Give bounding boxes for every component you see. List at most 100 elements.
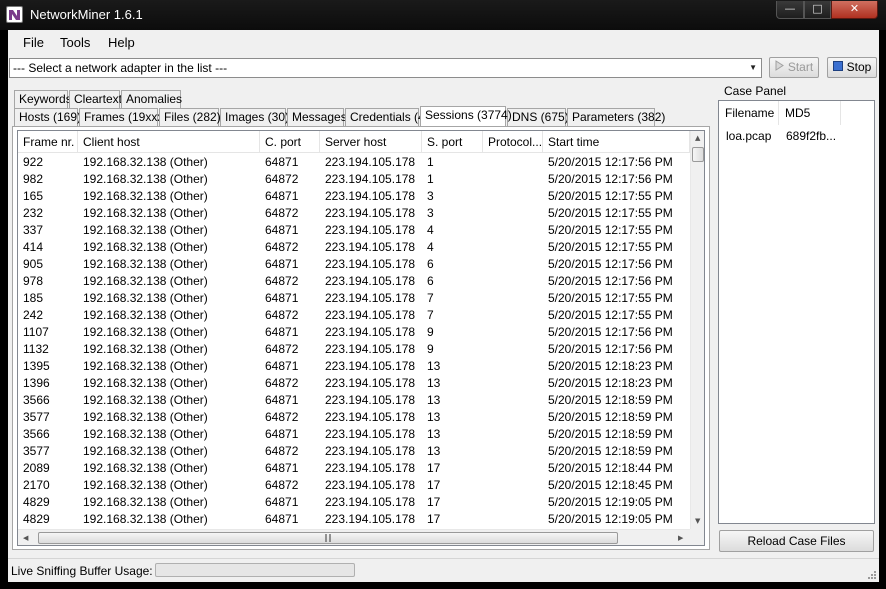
case-column-filename[interactable]: Filename (719, 101, 779, 125)
column-server-port[interactable]: S. port (422, 131, 483, 153)
table-row[interactable]: 922 192.168.32.138 (Other) 64871 223.194.10… (18, 154, 690, 171)
case-files-list[interactable]: Filename MD5 loa.pcap 689f2fb... (718, 100, 875, 524)
start-button[interactable]: Start (769, 57, 819, 78)
protocol-cell (483, 375, 543, 392)
server-port-cell: 9 (427, 342, 434, 356)
start-time-cell: 5/20/2015 12:17:55 PM (548, 206, 673, 220)
table-row[interactable]: 2170 192.168.32.138 (Other) 64872 223.194.1… (18, 477, 690, 494)
tab-images[interactable]: Images (30) (220, 108, 289, 126)
table-row[interactable]: 232 192.168.32.138 (Other) 64872 223.194.10… (18, 205, 690, 222)
table-row[interactable]: 165 192.168.32.138 (Other) 64871 223.194.10… (18, 188, 690, 205)
server-port-cell: 4 (427, 223, 434, 237)
table-row[interactable]: 1132 192.168.32.138 (Other) 64872 223.194.1… (18, 341, 690, 358)
scroll-right-icon[interactable]: ▶ (678, 534, 683, 542)
start-time-cell: 5/20/2015 12:17:55 PM (548, 308, 673, 322)
start-time-cell: 5/20/2015 12:18:59 PM (548, 427, 673, 441)
stop-button-label: Stop (846, 60, 872, 74)
client-host-cell: 192.168.32.138 (Other) (83, 359, 208, 373)
frame-nr-cell: 3566 (23, 427, 50, 441)
table-row[interactable]: 982 192.168.32.138 (Other) 64872 223.194.10… (18, 171, 690, 188)
menu-bar: File Tools Help (8, 30, 879, 54)
frame-nr-cell: 978 (23, 274, 44, 288)
menu-tools[interactable]: Tools (60, 35, 90, 50)
table-row[interactable]: 905 192.168.32.138 (Other) 64871 223.194.10… (18, 256, 690, 273)
table-row[interactable]: 4829 192.168.32.138 (Other) 64871 223.194.1… (18, 494, 690, 511)
maximize-button[interactable]: □ (804, 1, 831, 19)
client-port-cell: 64872 (265, 308, 299, 322)
protocol-cell (483, 426, 543, 443)
reload-case-files-button[interactable]: Reload Case Files (719, 530, 874, 552)
table-row[interactable]: 337 192.168.32.138 (Other) 64871 223.194.10… (18, 222, 690, 239)
case-column-md5[interactable]: MD5 (779, 101, 841, 125)
tab-cleartext[interactable]: Cleartext (69, 90, 122, 108)
client-host-cell: 192.168.32.138 (Other) (83, 172, 208, 186)
horizontal-scroll-thumb[interactable]: ‖‖ (38, 532, 618, 544)
close-button[interactable]: ✕ (831, 1, 878, 19)
tab-sessions[interactable]: Sessions (3774) (420, 106, 512, 126)
horizontal-scrollbar[interactable]: ◀ ‖‖ ▶ (18, 529, 690, 545)
start-time-cell: 5/20/2015 12:18:44 PM (548, 461, 673, 475)
tab-keywords[interactable]: Keywords (14, 90, 72, 108)
tab-frames[interactable]: Frames (19xxx) (79, 108, 167, 126)
server-port-cell: 3 (427, 189, 434, 203)
sessions-list[interactable]: Frame nr. Client host C. port Server host S.… (17, 130, 705, 546)
resize-grip-icon[interactable] (866, 569, 876, 579)
stop-button[interactable]: Stop (827, 57, 877, 78)
server-host-cell: 223.194.105.178 (325, 325, 416, 339)
tab-hosts[interactable]: Hosts (169) (14, 108, 81, 126)
protocol-cell (483, 443, 543, 460)
table-row[interactable]: 2089 192.168.32.138 (Other) 64871 223.194.1… (18, 460, 690, 477)
table-row[interactable]: 1107 192.168.32.138 (Other) 64871 223.194.1… (18, 324, 690, 341)
frame-nr-cell: 3577 (23, 444, 50, 458)
server-host-cell: 223.194.105.178 (325, 257, 416, 271)
table-row[interactable]: 1395 192.168.32.138 (Other) 64871 223.194.1… (18, 358, 690, 375)
scroll-left-icon[interactable]: ◀ (23, 534, 28, 542)
table-row[interactable]: 3566 192.168.32.138 (Other) 64871 223.194.1… (18, 426, 690, 443)
scroll-up-icon[interactable]: ▲ (695, 134, 700, 142)
client-port-cell: 64872 (265, 444, 299, 458)
client-host-cell: 192.168.32.138 (Other) (83, 478, 208, 492)
server-port-cell: 13 (427, 393, 441, 407)
tab-files[interactable]: Files (282) (159, 108, 221, 126)
server-port-cell: 7 (427, 308, 434, 322)
column-frame-nr[interactable]: Frame nr. (18, 131, 78, 153)
menu-file[interactable]: File (23, 35, 44, 50)
server-host-cell: 223.194.105.178 (325, 223, 416, 237)
case-file-md5[interactable]: 689f2fb... (786, 129, 836, 143)
server-port-cell: 1 (427, 155, 434, 169)
tab-anomalies[interactable]: Anomalies (121, 90, 182, 108)
server-host-cell: 223.194.105.178 (325, 478, 416, 492)
vertical-scroll-thumb[interactable] (692, 147, 704, 162)
protocol-cell (483, 171, 543, 188)
tab-credentials[interactable]: Credentials (4) (345, 108, 429, 126)
server-port-cell: 13 (427, 376, 441, 390)
table-row[interactable]: 242 192.168.32.138 (Other) 64872 223.194.10… (18, 307, 690, 324)
table-row[interactable]: 4829 192.168.32.138 (Other) 64871 223.194.1… (18, 511, 690, 528)
column-protocol[interactable]: Protocol... (483, 131, 543, 153)
tab-messages[interactable]: Messages (287, 108, 347, 126)
tab-parameters[interactable]: Parameters (382) (567, 108, 665, 126)
table-row[interactable]: 3577 192.168.32.138 (Other) 64872 223.194.1… (18, 443, 690, 460)
column-client-host[interactable]: Client host (78, 131, 260, 153)
table-row[interactable]: 414 192.168.32.138 (Other) 64872 223.194.10… (18, 239, 690, 256)
server-host-cell: 223.194.105.178 (325, 444, 416, 458)
vertical-scrollbar[interactable]: ▲ ▼ (690, 131, 704, 529)
column-client-port[interactable]: C. port (260, 131, 320, 153)
table-row[interactable]: 978 192.168.32.138 (Other) 64872 223.194.10… (18, 273, 690, 290)
title-bar[interactable]: NetworkMiner 1.6.1 — □ ✕ (0, 0, 886, 30)
scroll-down-icon[interactable]: ▼ (695, 517, 700, 525)
table-row[interactable]: 1396 192.168.32.138 (Other) 64872 223.194.1… (18, 375, 690, 392)
minimize-button[interactable]: — (776, 1, 804, 19)
case-file-name[interactable]: loa.pcap (726, 129, 771, 143)
column-start-time[interactable]: Start time (543, 131, 690, 153)
menu-help[interactable]: Help (108, 35, 135, 50)
protocol-cell (483, 239, 543, 256)
table-row[interactable]: 3566 192.168.32.138 (Other) 64871 223.194.1… (18, 392, 690, 409)
column-server-host[interactable]: Server host (320, 131, 422, 153)
network-adapter-select[interactable]: --- Select a network adapter in the list… (9, 58, 762, 78)
frame-nr-cell: 2170 (23, 478, 50, 492)
table-row[interactable]: 3577 192.168.32.138 (Other) 64872 223.194.1… (18, 409, 690, 426)
start-time-cell: 5/20/2015 12:18:23 PM (548, 359, 673, 373)
table-row[interactable]: 185 192.168.32.138 (Other) 64871 223.194.10… (18, 290, 690, 307)
tab-dns[interactable]: DNS (675) (507, 108, 569, 126)
